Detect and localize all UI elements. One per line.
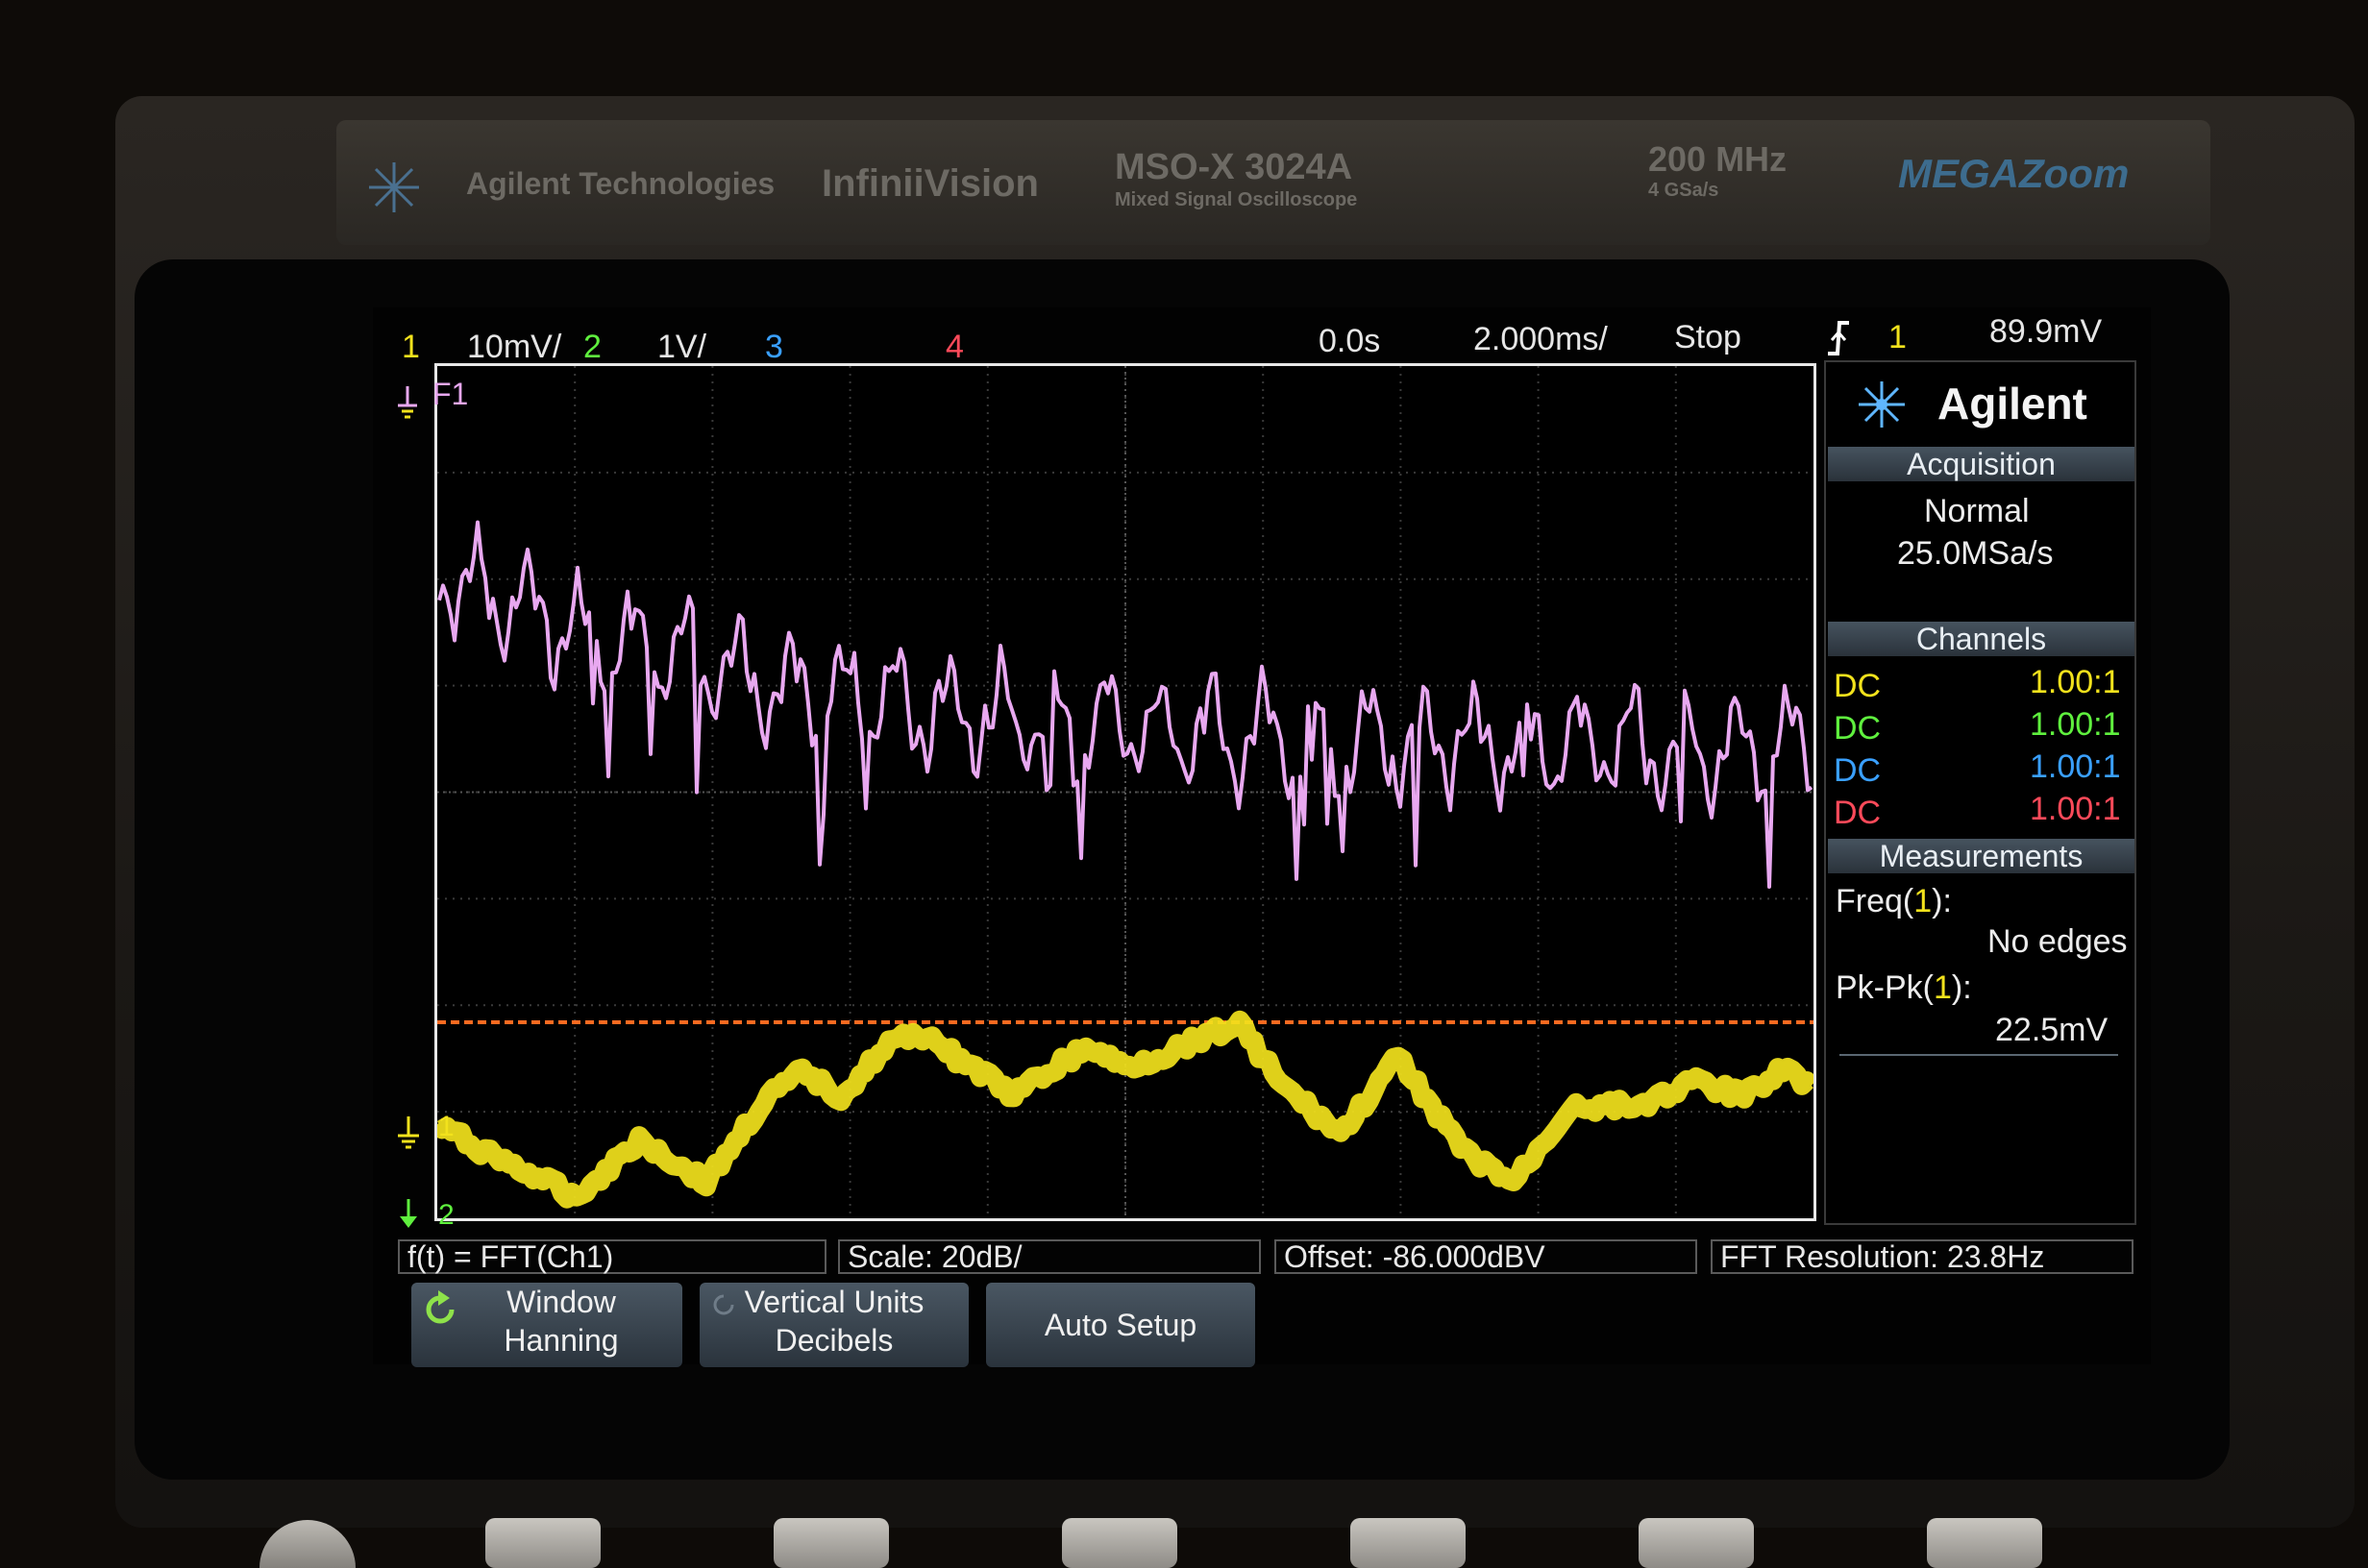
ch1-ground-marker-icon [394,1115,423,1153]
math-ground-marker-icon [394,384,421,423]
ch3-number[interactable]: 3 [765,329,783,366]
brand-label: Agilent Technologies [466,166,776,201]
physical-softkey-6[interactable] [1927,1518,2042,1568]
measurement-divider [1839,1054,2118,1056]
physical-softkey-5[interactable] [1639,1518,1754,1568]
vertical-units-softkey-value: Decibels [775,1323,894,1358]
instrument-label-bar: Agilent Technologies InfiniiVision MSO-X… [336,120,2210,245]
physical-softkey-1[interactable] [485,1518,601,1568]
physical-softkey-4[interactable] [1350,1518,1466,1568]
rotate-knob-icon [709,1290,738,1319]
ch2-coupling: DC [1834,710,1882,747]
vertical-units-softkey[interactable]: Vertical Units Decibels [700,1283,969,1367]
channels-header[interactable]: Channels [1828,622,2134,656]
ch2-number[interactable]: 2 [583,329,602,366]
ch1-number[interactable]: 1 [402,329,420,366]
fft-scale-box: Scale: 20dB/ [838,1239,1261,1274]
sample-rate-label: 4 GSa/s [1648,180,1719,201]
math-marker-label: F1 [432,377,469,411]
trigger-source[interactable]: 1 [1888,319,1907,356]
series-label: InfiniiVision [822,162,1039,205]
ch2-probe: 1.00:1 [2030,706,2121,743]
graticule [437,366,1813,1218]
time-scale[interactable]: 2.000ms/ [1473,321,1608,358]
ch1-probe: 1.00:1 [2030,664,2121,700]
ch4-probe: 1.00:1 [2030,791,2121,827]
physical-softkey-2[interactable] [774,1518,889,1568]
model-description: Mixed Signal Oscilloscope [1115,189,1358,210]
run-state[interactable]: Stop [1674,319,1741,356]
acquisition-mode: Normal [1924,493,2030,529]
ch3-probe: 1.00:1 [2030,748,2121,785]
trigger-edge-icon [1826,319,1851,357]
window-softkey[interactable]: Window Hanning [411,1283,682,1367]
megazoom-logo: MEGAZoom [1898,151,2130,196]
ch2-marker-label: 2 [438,1199,455,1231]
meas2-label: Pk-Pk(1): [1836,969,1972,1007]
meas1-name: Freq( [1836,883,1914,919]
agilent-logo-text: Agilent [1937,379,2087,429]
acquisition-header[interactable]: Acquisition [1828,447,2134,481]
agilent-spark-logo-icon [365,159,423,216]
vertical-units-softkey-title: Vertical Units [744,1285,925,1319]
math-function-box: f(t) = FFT(Ch1) [398,1239,826,1274]
meas1-close: ): [1932,883,1952,919]
meas2-channel: 1 [1934,969,1952,1006]
bandwidth-label: 200 MHz [1648,139,1788,179]
meas1-channel: 1 [1913,883,1933,919]
agilent-logo-icon [1853,376,1911,433]
acquisition-rate: 25.0MSa/s [1897,535,2054,572]
meas2-name: Pk-Pk( [1836,969,1934,1006]
ch2-ground-marker-icon [394,1197,423,1230]
ch3-coupling: DC [1834,752,1882,789]
trigger-level[interactable]: 89.9mV [1989,313,2102,351]
ch1-scale[interactable]: 10mV/ [467,329,561,366]
auto-setup-softkey-label: Auto Setup [1044,1308,1197,1342]
physical-softkey-3[interactable] [1062,1518,1177,1568]
meas2-value: 22.5mV [1995,1012,2109,1048]
ch1-marker-label: 1 [438,1111,455,1142]
measurements-header[interactable]: Measurements [1828,839,2134,873]
meas1-value: No edges [1987,923,2128,960]
meas1-label: Freq(1): [1836,883,1952,920]
waveform-grid[interactable] [434,363,1816,1221]
ch1-coupling: DC [1834,668,1882,704]
ch2-scale[interactable]: 1V/ [657,329,706,366]
time-delay[interactable]: 0.0s [1319,323,1380,360]
ch4-number[interactable]: 4 [946,329,964,366]
ch4-coupling: DC [1834,795,1882,831]
rotate-knob-icon [421,1290,459,1329]
fft-offset-box: Offset: -86.000dBV [1274,1239,1697,1274]
model-label: MSO-X 3024A [1115,147,1353,187]
meas2-close: ): [1951,969,1972,1006]
side-panel: Agilent Acquisition Normal 25.0MSa/s Cha… [1824,360,2136,1225]
fft-resolution-box: FFT Resolution: 23.8Hz [1711,1239,2134,1274]
auto-setup-softkey[interactable]: Auto Setup [986,1283,1255,1367]
